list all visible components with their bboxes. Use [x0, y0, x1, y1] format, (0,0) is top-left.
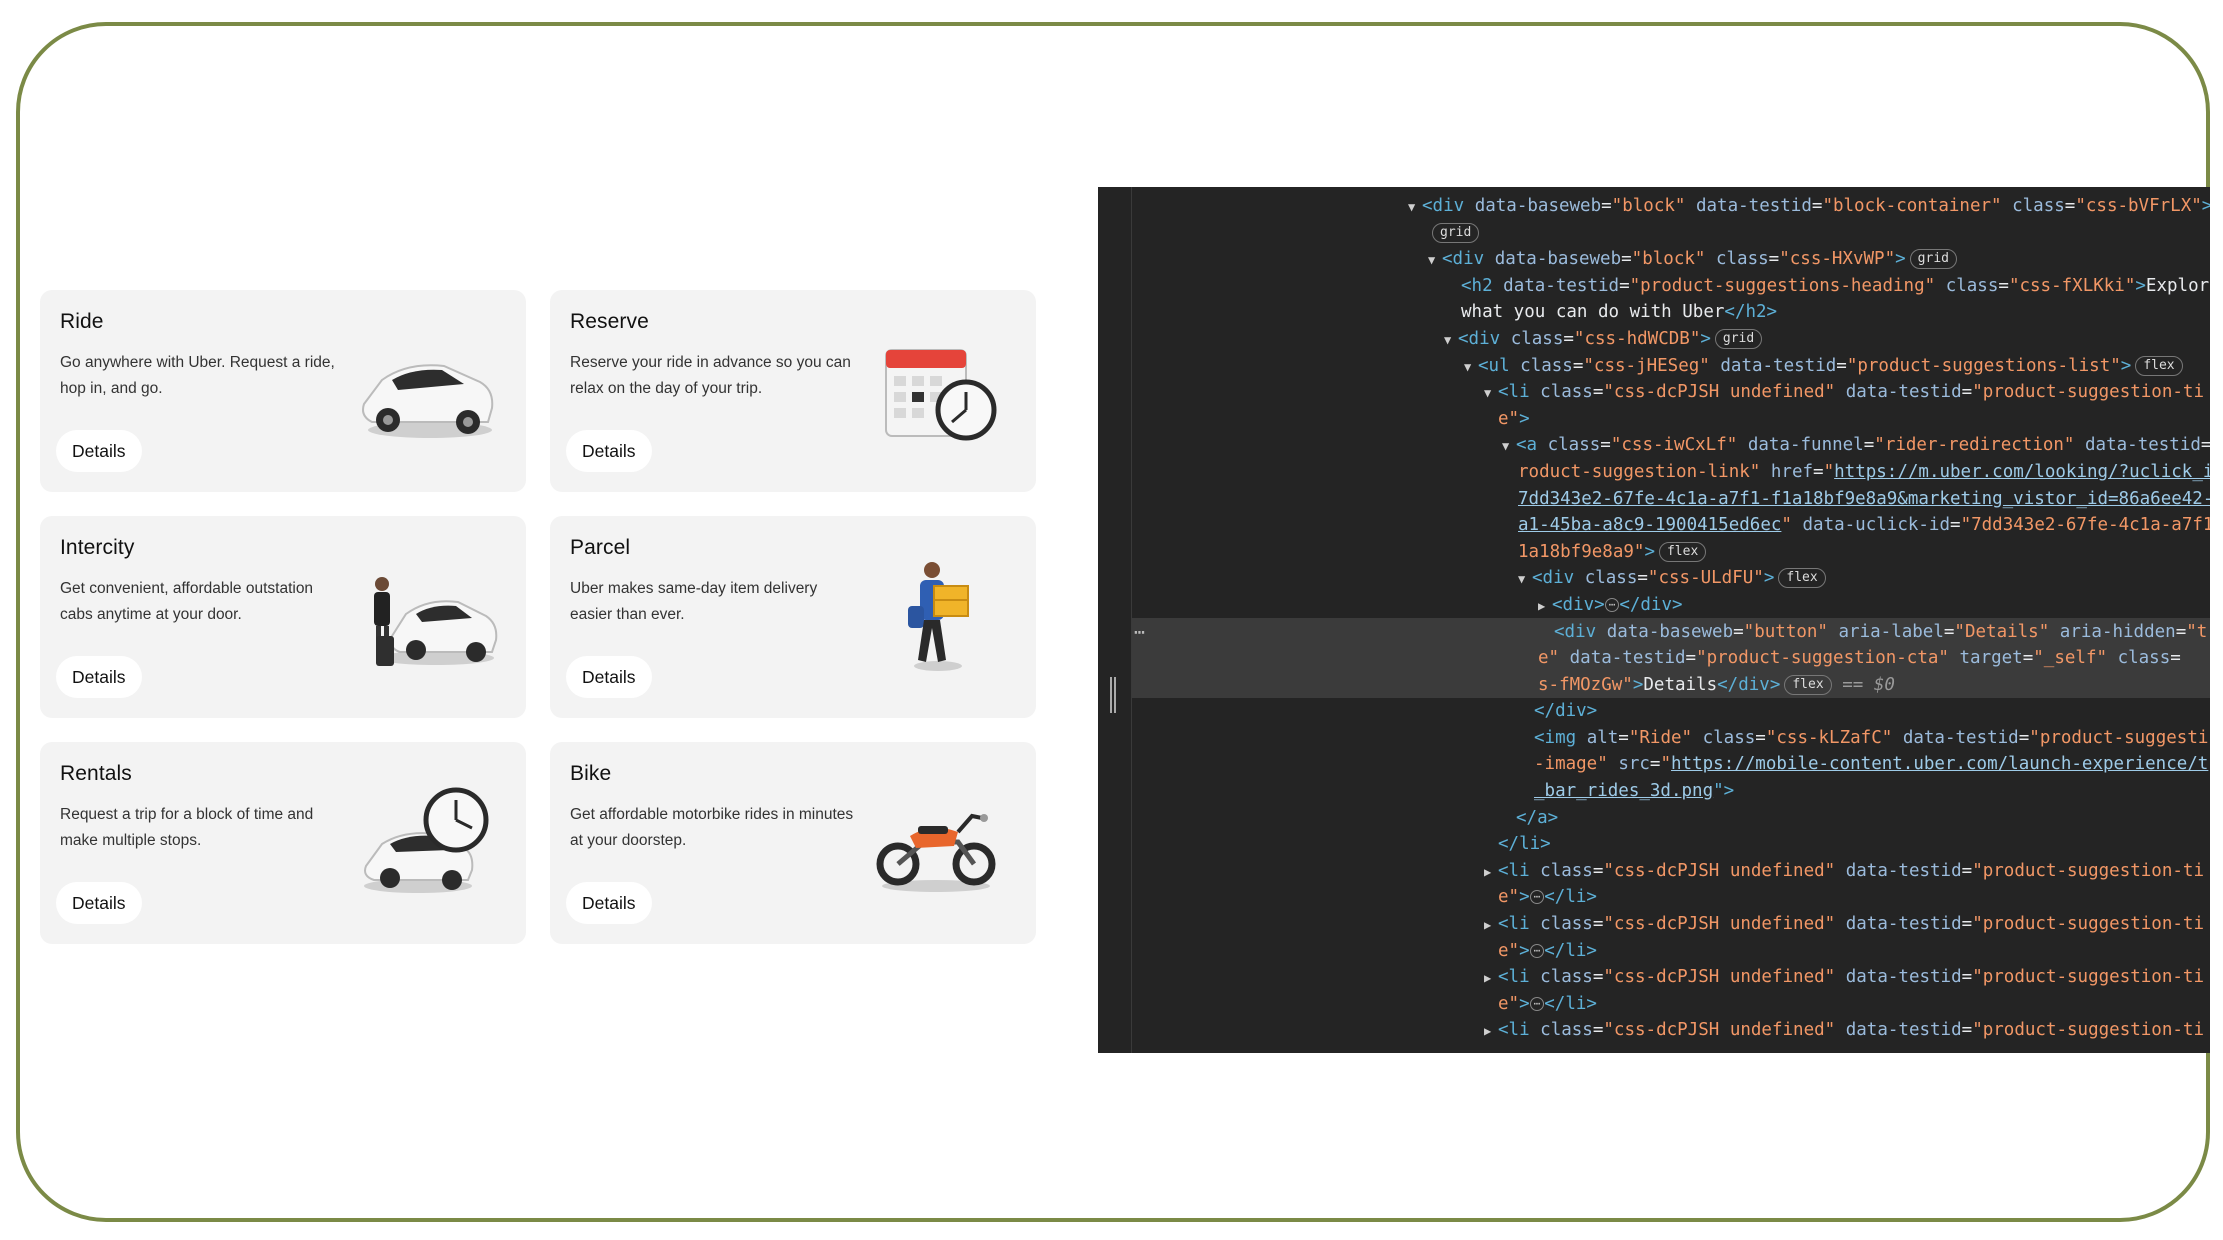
collapsed-content-icon[interactable]: ⋯ [1529, 996, 1545, 1011]
dom-node-line[interactable]: ▼ <div class="css-ULdFU"> flex [1098, 565, 2210, 592]
car-icon [362, 364, 494, 438]
card-description: Get convenient, affordable outstation ca… [60, 580, 314, 623]
devtools-elements-panel: ⋯ ▼ <div data-baseweb="block" data-testid… [1098, 187, 2210, 1053]
flex-badge[interactable]: flex [1778, 568, 1826, 589]
dom-node-line[interactable]: ▶ <li class="css-dcPJSH undefined" data-t… [1098, 1017, 2210, 1044]
grid-badge[interactable]: grid [1909, 249, 1957, 270]
collapsed-arrow-icon[interactable]: ▶ [1538, 593, 1552, 620]
flex-badge[interactable]: flex [2135, 355, 2183, 376]
expanded-arrow-icon[interactable]: ▼ [1518, 566, 1532, 593]
dom-node-line: e"> [1498, 408, 1530, 429]
details-button[interactable]: Details [566, 656, 652, 698]
dom-node-line: grid [1098, 220, 2210, 247]
card-rentals[interactable]: Rentals Request a trip for a block of ti… [40, 742, 526, 944]
courier-box-icon [908, 562, 969, 671]
details-button[interactable]: Details [56, 656, 142, 698]
dom-node-line: </div> [1534, 701, 1598, 722]
dom-node-line[interactable]: ▼ <a class="css-iwCxLf" data-funnel="ride… [1098, 432, 2210, 459]
expanded-arrow-icon[interactable]: ▼ [1408, 194, 1422, 221]
expanded-arrow-icon[interactable]: ▼ [1444, 327, 1458, 354]
grid-badge[interactable]: grid [1432, 222, 1480, 243]
motorbike-icon [876, 813, 996, 892]
dom-node-line[interactable]: ▼ <div data-baseweb="block" data-testid="… [1098, 193, 2210, 220]
dom-node-line: 1a18bf9e8a9"> flex [1098, 539, 2210, 566]
dom-node-line-selected: s-fMOzGw">Details</div> flex == $0 [1538, 674, 1895, 695]
dom-node-line[interactable]: ▶ <div> ⋯ </div> [1098, 592, 2210, 619]
dom-node-line: e"> ⋯ </li> [1498, 887, 1597, 908]
card-intercity[interactable]: Intercity Get convenient, affordable out… [40, 516, 526, 718]
details-button[interactable]: Details [56, 430, 142, 472]
card-description: Go anywhere with Uber. Request a ride, h… [60, 354, 335, 397]
card-bike[interactable]: Bike Get affordable motorbike rides in m… [550, 742, 1036, 944]
card-ride[interactable]: Ride Go anywhere with Uber. Request a ri… [40, 290, 526, 492]
card-description: Reserve your ride in advance so you can … [570, 354, 851, 397]
dom-node-line: _bar_rides_3d.png"> [1534, 781, 1735, 802]
dom-node-line[interactable]: ▶ <li class="css-dcPJSH undefined" data-t… [1098, 911, 2210, 938]
details-button[interactable]: Details [56, 882, 142, 924]
collapsed-content-icon[interactable]: ⋯ [1604, 597, 1620, 612]
href-link[interactable]: 7dd343e2-67fe-4c1a-a7f1-f1a18bf9e8a9&mar… [1518, 489, 2210, 509]
dom-node-line[interactable]: ▶ <li class="css-dcPJSH undefined" data-t… [1098, 964, 2210, 991]
expanded-arrow-icon[interactable]: ▼ [1464, 354, 1478, 381]
collapsed-content-icon[interactable]: ⋯ [1529, 943, 1545, 958]
details-button[interactable]: Details [566, 430, 652, 472]
dom-node-line: e"> ⋯ </li> [1498, 993, 1597, 1014]
dom-node-line[interactable]: ▶ <li class="css-dcPJSH undefined" data-t… [1098, 858, 2210, 885]
collapsed-arrow-icon[interactable]: ▶ [1484, 965, 1498, 992]
dom-node-line: 7dd343e2-67fe-4c1a-a7f1-f1a18bf9e8a9&mar… [1098, 486, 2210, 513]
calendar-clock-icon [885, 349, 997, 441]
dom-node-line-selected[interactable]: <div data-baseweb="button" aria-label="D… [1098, 619, 2210, 646]
src-link[interactable]: https://mobile-content.uber.com/launch-e… [1671, 754, 2208, 774]
href-link[interactable]: a1-45ba-a8c9-1900415ed6ec [1518, 515, 1781, 535]
dom-tree: ▼ <div data-baseweb="block" data-testid="… [1098, 193, 2210, 1044]
dom-node-line: </li> [1498, 834, 1551, 855]
dom-node-line: </a> [1516, 807, 1559, 828]
collapsed-arrow-icon[interactable]: ▶ [1484, 1018, 1498, 1045]
expanded-arrow-icon[interactable]: ▼ [1428, 247, 1442, 274]
traveler-car-icon [374, 577, 498, 666]
dom-node-line: a1-45ba-a8c9-1900415ed6ec" data-uclick-i… [1518, 515, 2210, 536]
src-link[interactable]: _bar_rides_3d.png [1534, 781, 1713, 801]
card-description: Get affordable motorbike rides in minute… [570, 806, 854, 849]
selected-node-ref: == $0 [1842, 674, 1895, 695]
dom-node-line: -image" src="https://mobile-content.uber… [1534, 754, 2209, 775]
dom-node-line: what you can do with Uber</h2> [1461, 302, 1778, 323]
flex-badge[interactable]: flex [1658, 541, 1707, 562]
dom-node-line[interactable]: <h2 data-testid="product-suggestions-hea… [1098, 273, 2210, 300]
dom-node-line-selected: e" data-testid="product-suggestion-cta" … [1538, 648, 2181, 669]
card-reserve[interactable]: Reserve Reserve your ride in advance so … [550, 290, 1036, 492]
href-link[interactable]: https://m.uber.com/looking/?uclick_i [1834, 462, 2210, 482]
card-description: Uber makes same-day item delivery easier… [570, 580, 818, 623]
card-parcel[interactable]: Parcel Uber makes same-day item delivery… [550, 516, 1036, 718]
dom-node-line[interactable]: ▼ <li class="css-dcPJSH undefined" data-t… [1098, 379, 2210, 406]
dom-node-line[interactable]: <img alt="Ride" class="css-kLZafC" data-… [1098, 725, 2210, 752]
expanded-arrow-icon[interactable]: ▼ [1484, 380, 1498, 407]
car-clock-icon [364, 787, 489, 893]
details-button[interactable]: Details [566, 882, 652, 924]
collapsed-content-icon[interactable]: ⋯ [1529, 890, 1545, 905]
collapsed-arrow-icon[interactable]: ▶ [1484, 912, 1498, 939]
dom-node-line[interactable]: ▼ <ul class="css-jHESeg" data-testid="pro… [1098, 353, 2210, 380]
dom-node-line: roduct-suggestion-link" href="https://m.… [1098, 459, 2210, 486]
dom-node-line[interactable]: ▼ <div data-baseweb="block" class="css-HX… [1098, 246, 2210, 273]
card-description: Request a trip for a block of time and m… [60, 806, 314, 849]
dom-node-line[interactable]: ▼ <div class="css-hdWCDB"> grid [1098, 326, 2210, 353]
grid-badge[interactable]: grid [1714, 328, 1763, 349]
product-suggestions-list: Ride Go anywhere with Uber. Request a ri… [40, 290, 1036, 944]
dom-node-line: e"> ⋯ </li> [1498, 940, 1597, 961]
expanded-arrow-icon[interactable]: ▼ [1502, 433, 1516, 460]
flex-badge[interactable]: flex [1784, 674, 1832, 695]
collapsed-arrow-icon[interactable]: ▶ [1484, 859, 1498, 886]
